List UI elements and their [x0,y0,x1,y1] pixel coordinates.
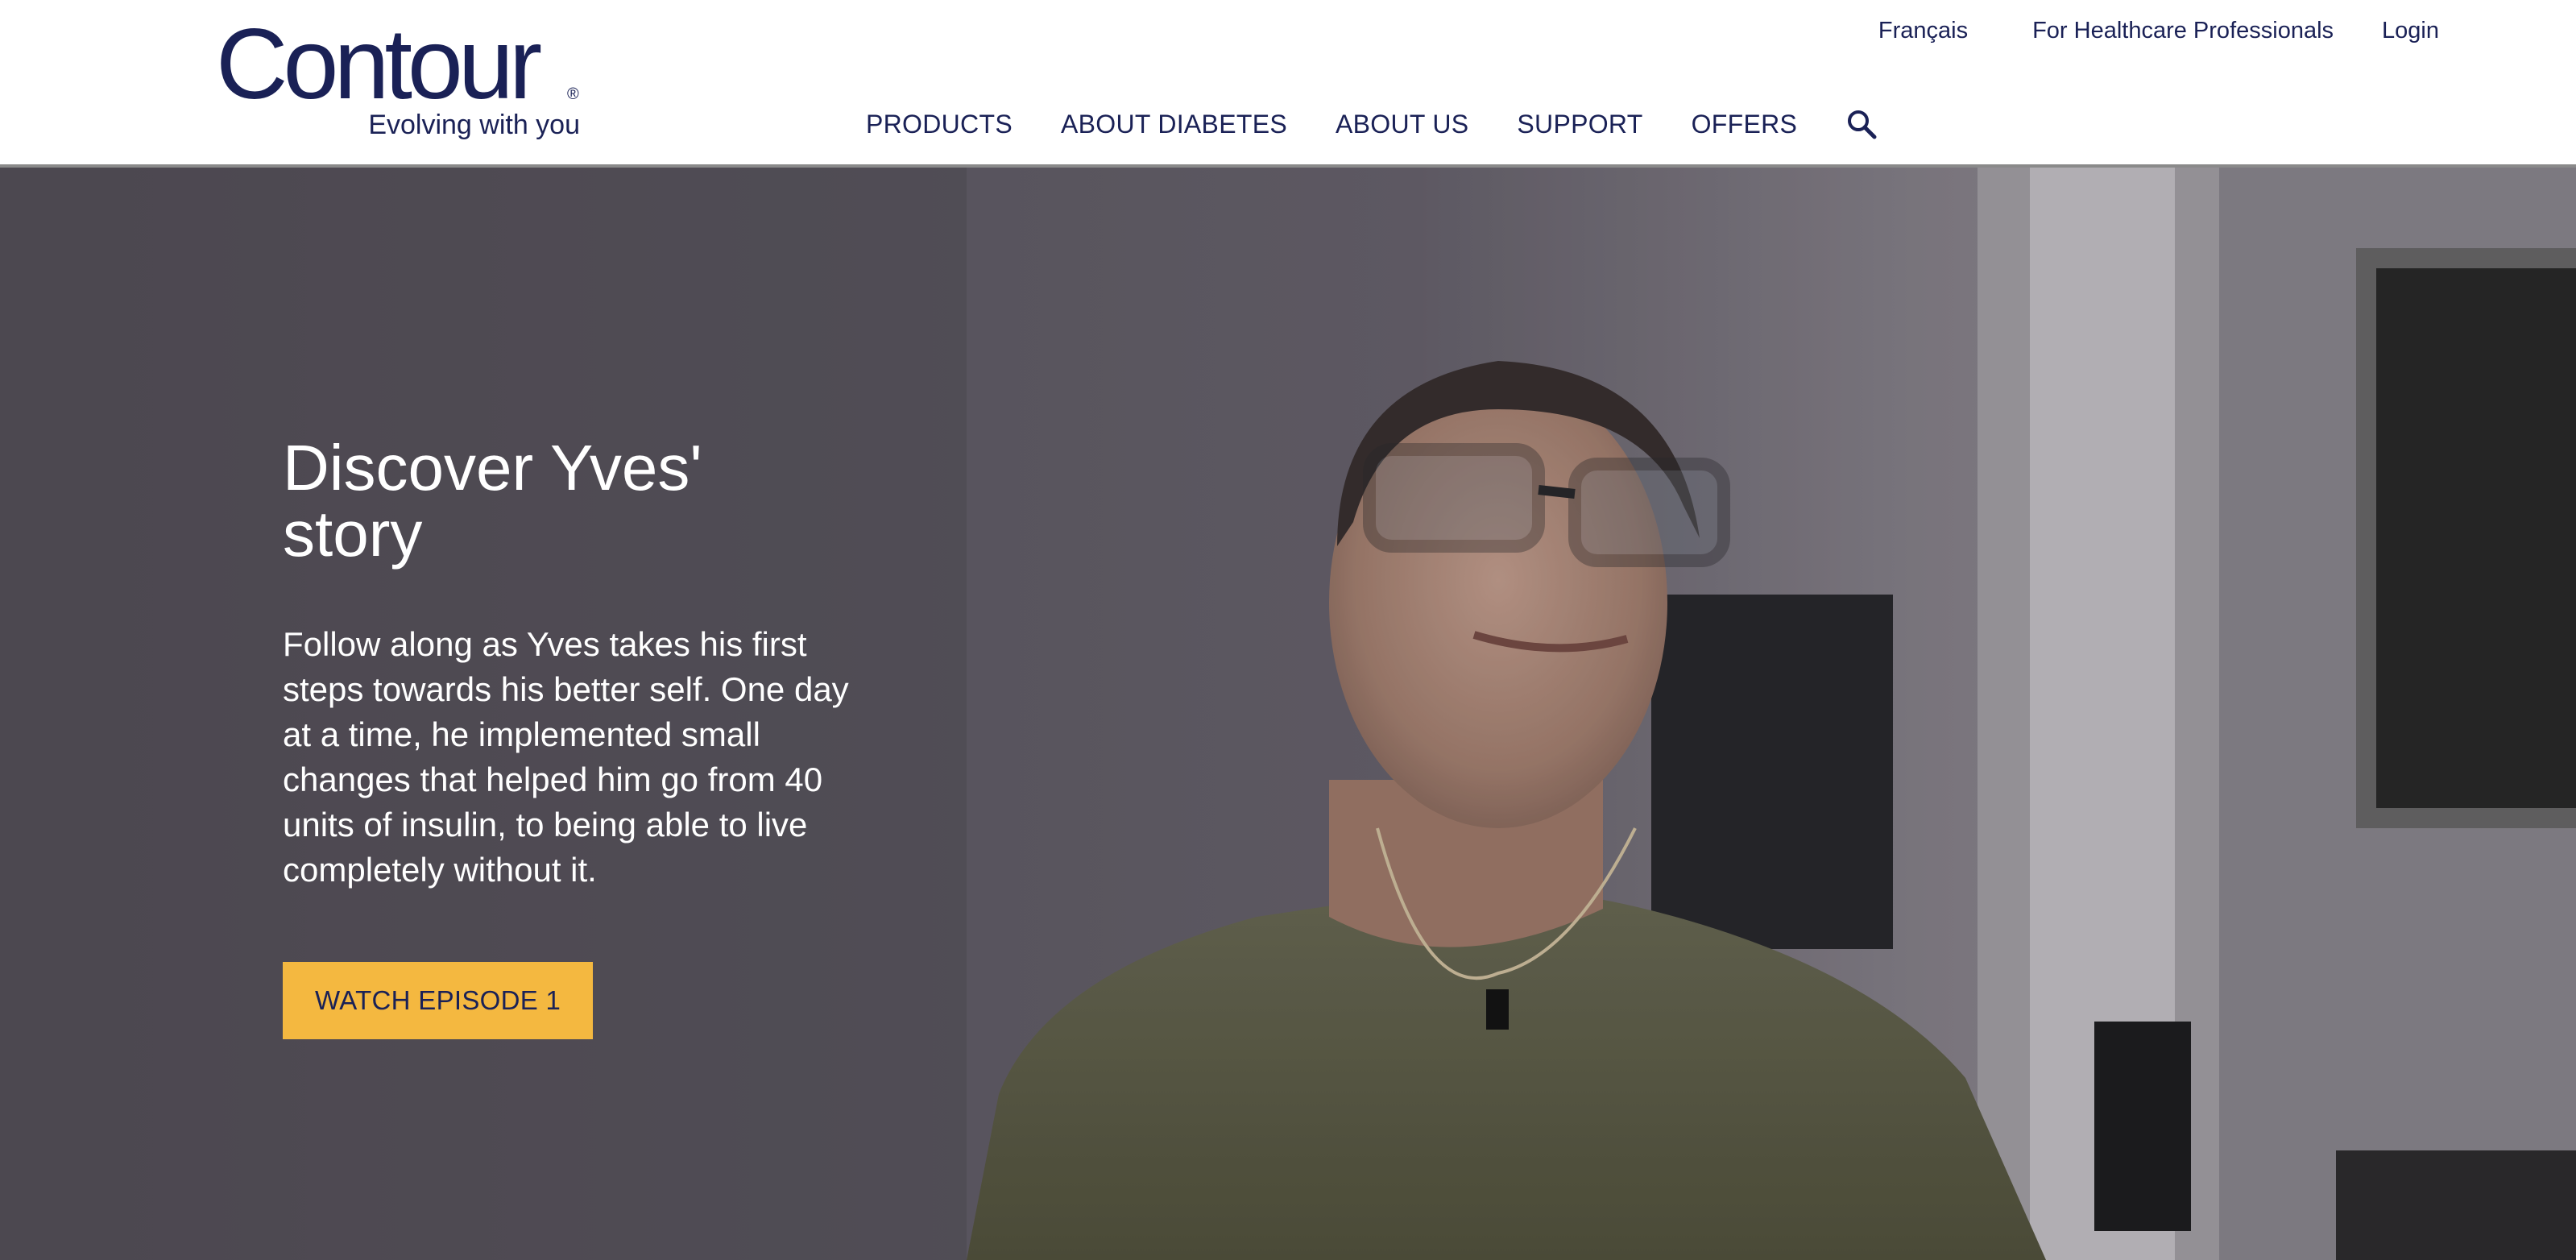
hero-banner: Discover Yves' story Follow along as Yve… [0,168,2576,1260]
contour-logo[interactable]: Contour ® Evolving with you [216,15,586,143]
nav-item-products[interactable]: PRODUCTS [866,110,1013,139]
language-switch-link[interactable]: Français [1878,18,1968,44]
site-header: Contour ® Evolving with you Français For… [0,0,2576,168]
nav-item-about-diabetes[interactable]: ABOUT DIABETES [1061,110,1287,139]
hero-content: Discover Yves' story Follow along as Yve… [283,435,895,1039]
logo-registered-mark: ® [567,85,579,103]
search-icon-glyph [1848,110,1877,139]
hero-title: Discover Yves' story [283,432,702,570]
hero-description: Follow along as Yves takes his first ste… [283,625,849,889]
main-nav: PRODUCTS ABOUT DIABETES ABOUT US SUPPORT… [866,108,1878,140]
login-link[interactable]: Login [2382,18,2439,44]
logo-tagline: Evolving with you [368,110,580,140]
utility-nav: Français For Healthcare Professionals Lo… [1878,18,2439,44]
nav-item-about-us[interactable]: ABOUT US [1336,110,1468,139]
watch-episode-button[interactable]: WATCH EPISODE 1 [283,962,594,1039]
nav-item-support[interactable]: SUPPORT [1517,110,1642,139]
logo-wordmark: Contour [216,9,542,120]
search-icon[interactable] [1845,108,1878,140]
healthcare-professionals-link[interactable]: For Healthcare Professionals [2032,18,2334,44]
nav-item-offers[interactable]: OFFERS [1692,110,1798,139]
